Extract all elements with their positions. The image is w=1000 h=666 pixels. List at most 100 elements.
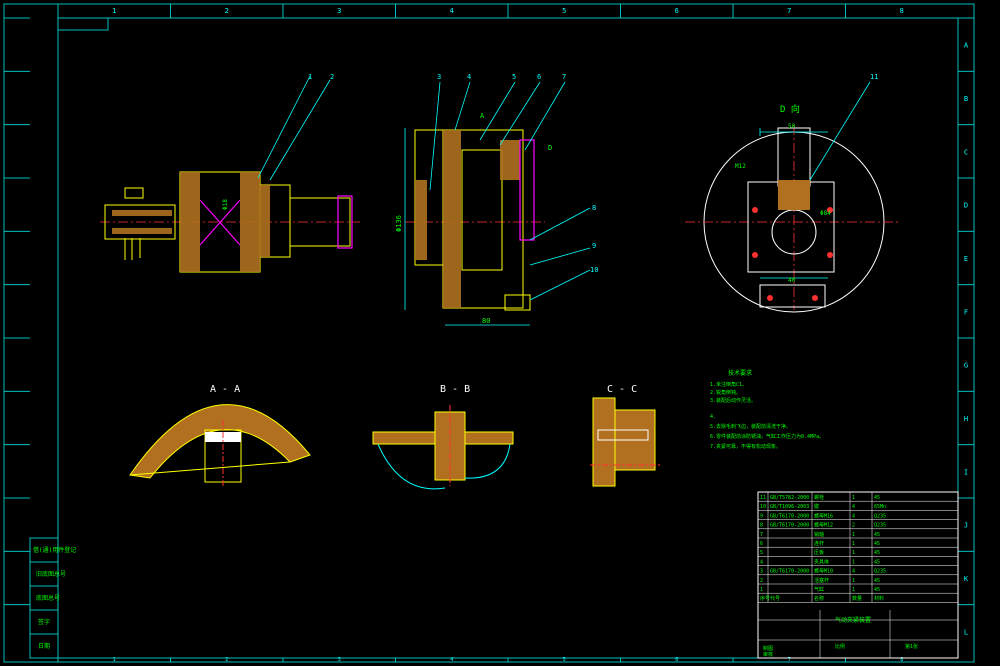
callout-1: 1 [308,73,312,81]
zone-col-label: 2 [225,7,229,15]
zone-col-label-bottom: 2 [225,657,228,663]
bom-header-cell: 名称 [814,595,824,602]
title-block-name: 气动夹紧装置 [835,616,871,624]
dim-top-slot: 50 [788,123,796,130]
bom-cell: 2 [760,578,763,584]
bom-cell: 45 [874,541,880,547]
callout-7: 7 [562,73,566,81]
bom-cell: 螺母M16 [814,512,833,519]
title-block-drawn: 制图 [763,645,773,652]
bom-cell: 65Mn [874,504,886,510]
bom-cell: 2 [852,523,855,529]
section-aa-label: A - A [210,384,240,395]
bom-cell: 螺母M10 [814,568,833,575]
zone-col-label-bottom: 3 [338,657,341,663]
d-direction-view: D 向 11 50 40 Φ84 M12 [685,73,900,313]
callout-3: 3 [437,73,441,81]
bom-cell: Q235 [874,523,886,529]
zone-row-label: K [964,575,969,583]
zone-rows: A B C D E F G H I J K L [4,17,974,636]
bom-cell: 键 [814,503,819,510]
title-block-sheet: 第1张 [905,643,918,650]
bom-cell: 1 [852,495,855,501]
bom-cell: 螺母M12 [814,522,833,529]
tech-line-2: 2.锐角倒钝。 [710,389,741,396]
bom-cell: 10 [760,504,766,510]
zone-col-label: 1 [112,7,116,15]
zone-row-label: I [964,468,968,476]
tech-title: 技术要求 [728,369,752,377]
bom-cell: 45 [874,550,880,556]
bom-cell: 1 [852,550,855,556]
bom-header-cell: 材料 [874,595,884,602]
bom-cell: 活塞杆 [814,577,829,584]
section-aa: A - A [129,384,311,486]
callout-10: 10 [590,266,598,274]
zone-row-label: A [964,42,969,50]
bom-cell: 气缸 [814,586,824,593]
bom-cell: 1 [760,587,763,593]
tech-line-5: 5.去除毛刺飞边，装配前清洗干净。 [710,423,791,430]
left-view: 1 2 Φ18 [100,73,360,273]
zone-row-label: D [964,202,968,210]
zone-col-label: 5 [562,7,566,15]
zone-col-label: 7 [787,7,791,15]
section-cc-label: C - C [607,384,637,395]
callout-8: 8 [592,204,596,212]
bom-header-cell: 代号 [770,595,780,602]
bom-cell: 螺栓 [814,494,824,501]
tech-line-4: 4. [710,414,716,420]
bom-cell: GB/T1096-2003 [770,504,809,510]
zone-row-label: J [964,522,968,530]
bom-cell: 11 [760,495,766,501]
bom-cell: 压板 [814,549,824,556]
bom-cell: 45 [874,495,880,501]
top-left-box [57,17,109,31]
callout-6: 6 [537,73,541,81]
title-block-checked: 审核 [763,651,773,658]
zone-col-label: 3 [337,7,341,15]
title-block-scale: 比例 [835,643,845,650]
callout-9: 9 [592,242,596,250]
cut-d: D [548,144,552,152]
callout-4: 4 [467,73,471,81]
bom-cell: 1 [852,559,855,565]
bom-cell: 4 [760,559,763,565]
zone-col-label-bottom: 1 [113,657,116,663]
dim-outer: Φ136 [395,215,403,232]
bom-cell: 4 [852,513,855,519]
left-block-2: 旧底图总号 [36,570,66,578]
bom-cell: GB/T6170-2000 [770,523,809,529]
bom-cell: 8 [760,523,763,529]
bom-cell: 1 [852,587,855,593]
bom-cell: 连杆 [814,540,824,547]
cad-drawing-canvas: 1122334455667788 ABCDEFGHIJKL 借(通)用件登记 旧… [3,3,975,663]
bom-header-cell: 序号 [760,595,770,602]
bom-cell: 45 [874,578,880,584]
callout-2: 2 [330,73,334,81]
tech-line-6: 6.零件装配前涂防锈油，气缸工作压力为0.4MPa。 [710,433,824,440]
section-bb: B - B [372,384,514,490]
view-d-label: D 向 [780,103,800,115]
bom-cell: 销轴 [814,531,824,538]
bom-cell: GB/T6170-2000 [770,569,809,575]
dim-bottom-slot: 40 [788,277,796,284]
bom-cell: GB/T5782-2000 [770,495,809,501]
zone-row-label: G [964,362,968,370]
left-block-5: 日期 [38,642,50,650]
bom-header-cell: 数量 [852,595,862,602]
zone-col-label-bottom: 5 [563,657,566,663]
zone-col-label: 8 [900,7,904,15]
bom-cell: 1 [852,578,855,584]
dim-base: 80 [482,317,490,325]
zone-col-label-bottom: 6 [675,657,678,663]
tech-line-3: 3.装配后动作灵活。 [710,397,756,404]
zone-col-label-bottom: 4 [450,657,453,663]
dim-side: M12 [735,163,746,170]
left-block-3: 底图总号 [36,594,60,602]
bom-cell: 4 [852,569,855,575]
zone-row-label: F [964,308,968,316]
bom-cell: 3 [760,569,763,575]
zone-row-label: B [964,95,968,103]
bom-cell: 6 [760,541,763,547]
